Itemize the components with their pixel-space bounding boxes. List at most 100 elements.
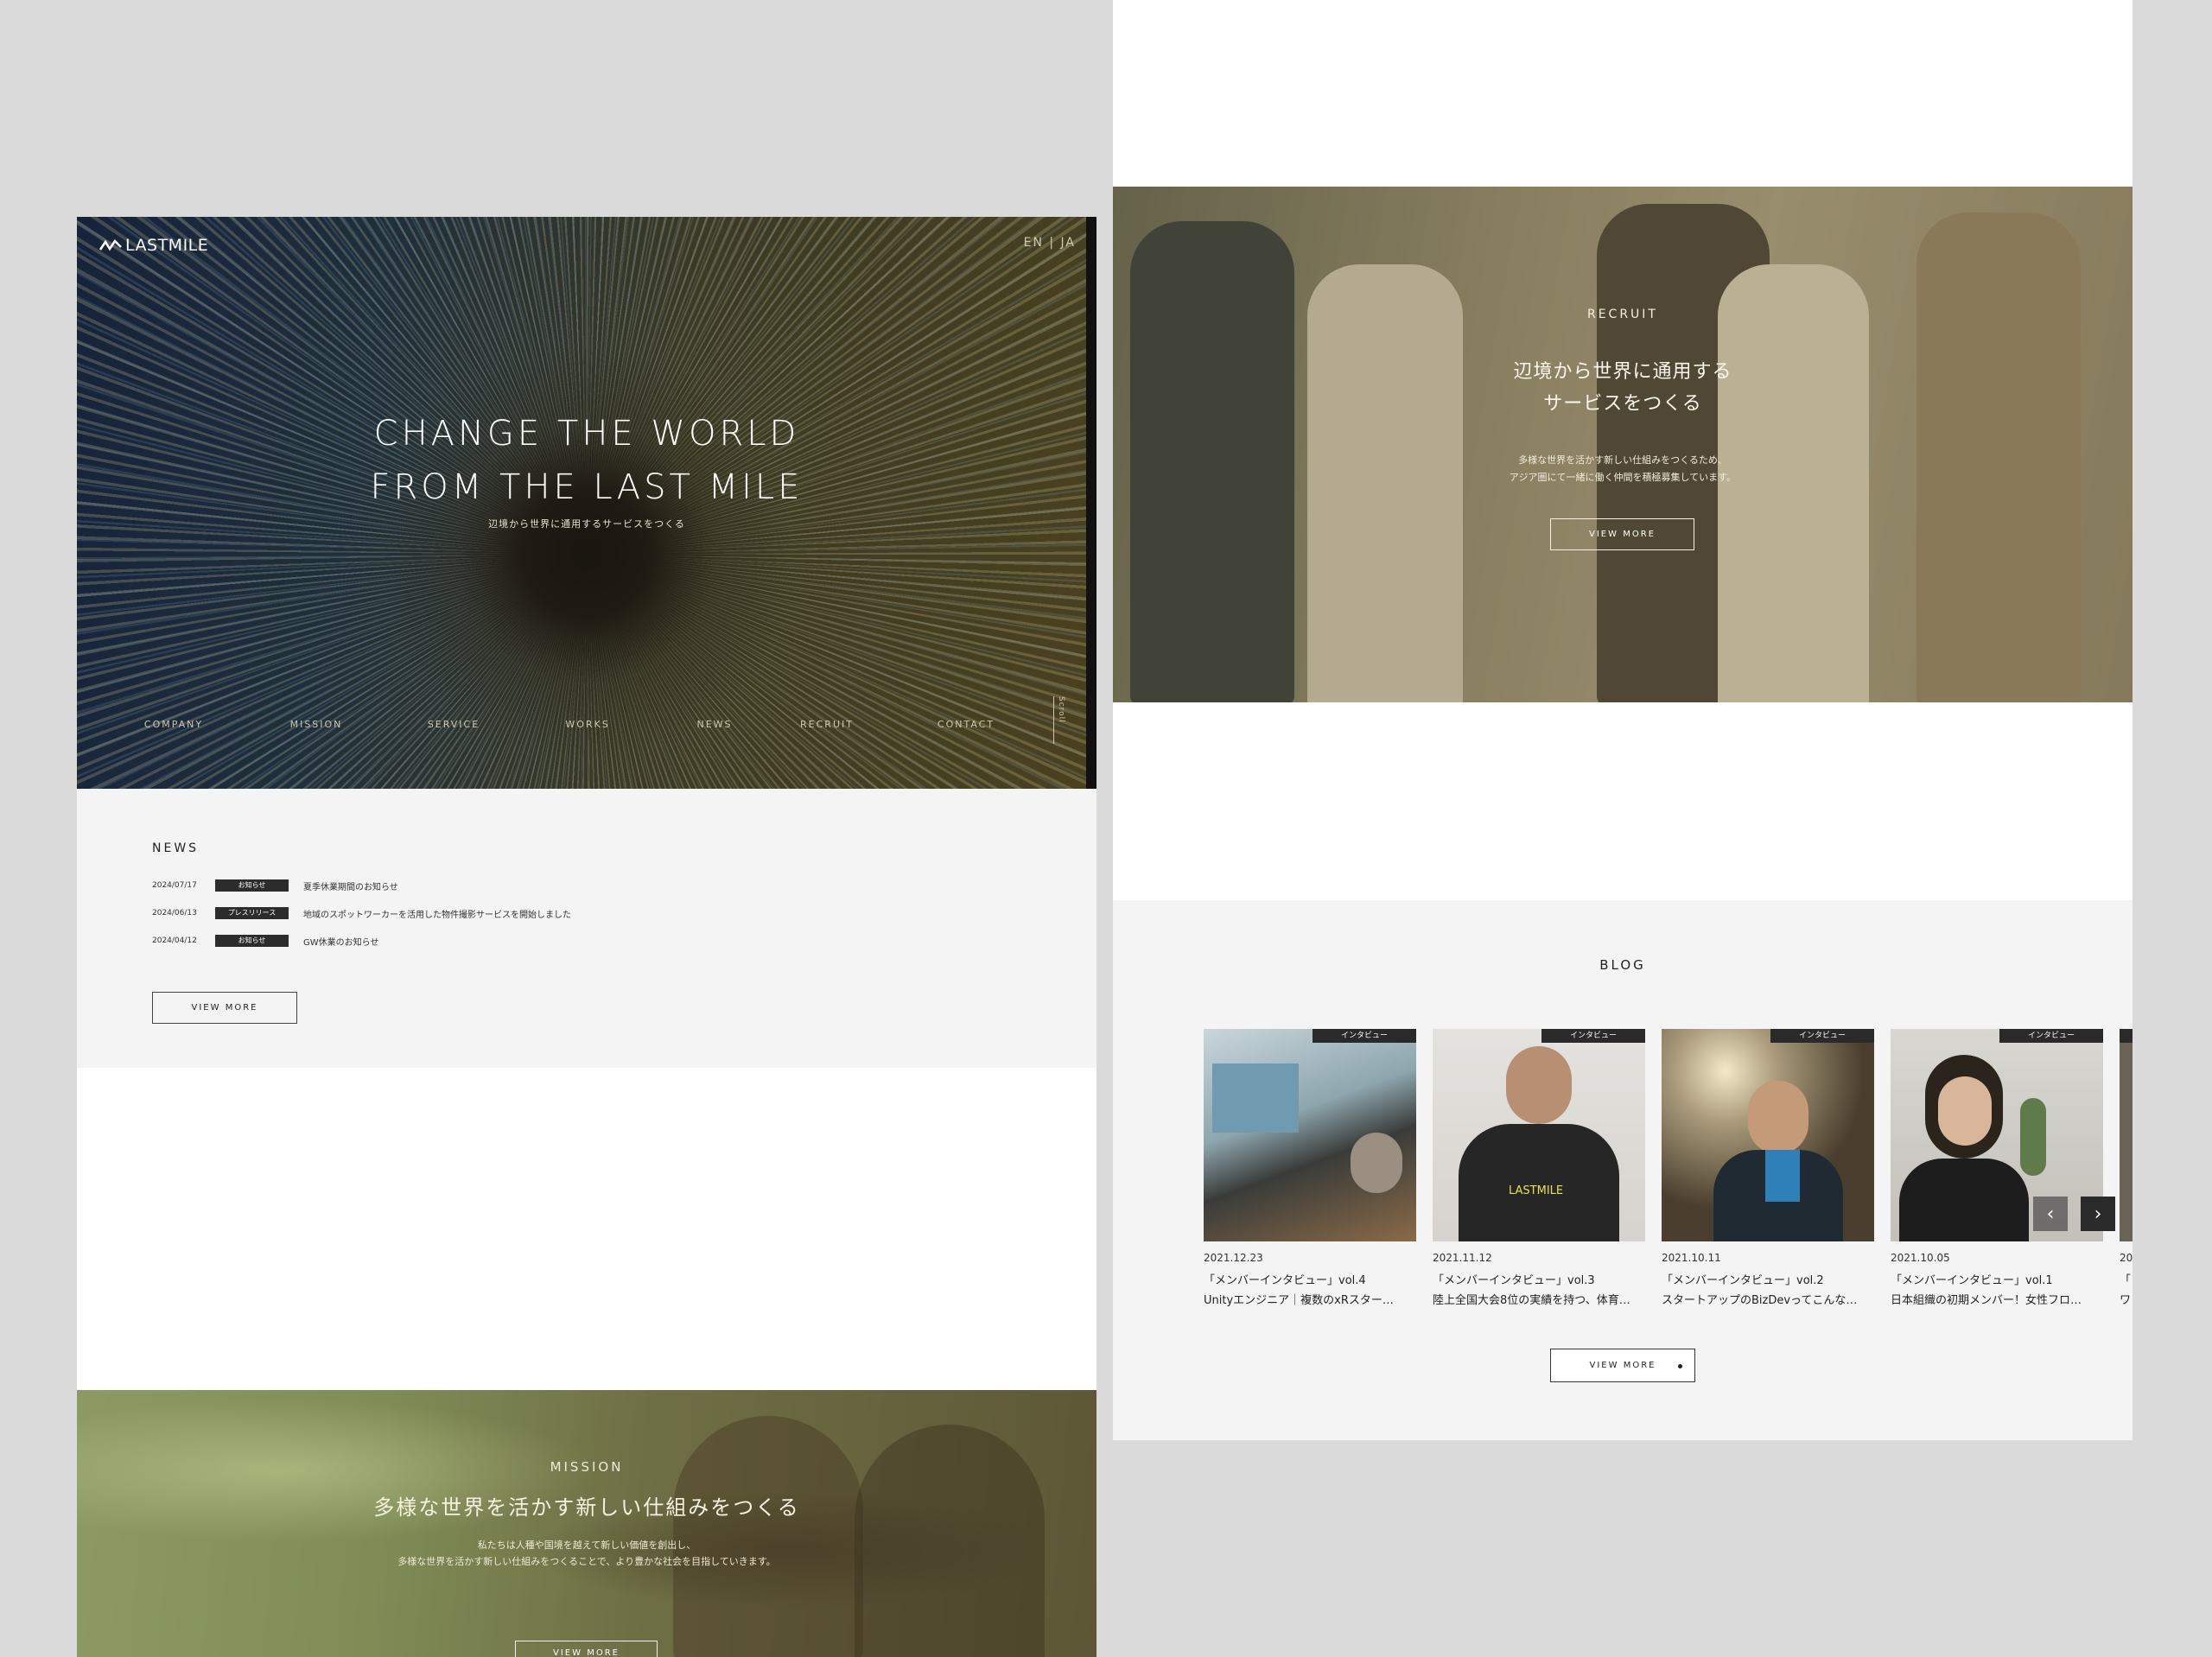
recruit-section: RECRUIT 辺境から世界に通用する サービスをつくる 多様な世界を活かす新し… xyxy=(1113,187,2133,702)
recruit-heading: 辺境から世界に通用する サービスをつくる xyxy=(1113,356,2133,420)
avatar-figure xyxy=(1351,1133,1402,1193)
blog-thumbnail[interactable]: インタビュー xyxy=(1662,1029,1874,1241)
recruit-heading-line2: サービスをつくる xyxy=(1543,393,1702,415)
logo-text: LASTMILE xyxy=(125,236,209,255)
blog-tag: インタビュー xyxy=(1541,1029,1645,1043)
news-category-badge: お知らせ xyxy=(215,879,289,892)
news-title[interactable]: GW休業のお知らせ xyxy=(303,935,378,948)
recruit-body: 多様な世界を活かす新しい仕組みをつくるため、 アジア圏にて一緒に働く仲間を積極募… xyxy=(1113,452,2133,486)
recruit-body-line2: アジア圏にて一緒に働く仲間を積極募集しています。 xyxy=(1509,472,1737,483)
nav-service[interactable]: SERVICE xyxy=(428,719,480,730)
news-category-badge: プレスリリース xyxy=(215,907,289,919)
blog-title-line2[interactable]: 陸上全国大会8位の実績を持つ、体育… xyxy=(1433,1291,1645,1307)
recruit-label: RECRUIT xyxy=(1586,308,1658,321)
blog-tag xyxy=(2120,1029,2133,1043)
nav-recruit[interactable]: RECRUIT xyxy=(800,719,854,730)
blog-thumbnail[interactable]: LASTMILE インタビュー xyxy=(1433,1029,1645,1241)
recruit-body-line1: 多様な世界を活かす新しい仕組みをつくるため、 xyxy=(1518,454,1727,466)
news-item[interactable]: 2024/04/12 お知らせ GW休業のお知らせ xyxy=(152,934,378,948)
blog-title-line1[interactable]: 「メンバーインタビュー」vol.3 xyxy=(1433,1271,1645,1287)
news-heading: NEWS xyxy=(152,841,200,855)
mission-section: MISSION 多様な世界を活かす新しい仕組みをつくる 私たちは人種や国境を越え… xyxy=(77,1390,1096,1657)
news-title[interactable]: 地域のスポットワーカーを活用した物件撮影サービスを開始しました xyxy=(303,907,571,920)
blog-card[interactable]: インタビュー 2021.12.23 「メンバーインタビュー」vol.4 Unit… xyxy=(1204,1029,1416,1307)
blog-date: 2021.11.12 xyxy=(1433,1252,1492,1264)
blog-title-line1[interactable]: 「メンバーインタビュー」vol.4 xyxy=(1204,1271,1416,1287)
recruit-photo-overlay xyxy=(1113,187,2133,702)
blog-title-line1[interactable]: 「メンバーインタビュー」vol.1 xyxy=(1891,1271,2103,1287)
blog-tag: インタビュー xyxy=(1999,1029,2103,1043)
blog-card[interactable]: LASTMILE インタビュー 2021.11.12 「メンバーインタビュー」v… xyxy=(1433,1029,1645,1307)
hero-nav: COMPANY MISSION SERVICE WORKS NEWS RECRU… xyxy=(77,719,1079,736)
logo-mark-icon xyxy=(99,238,122,251)
mission-heading: 多様な世界を活かす新しい仕組みをつくる xyxy=(373,1495,800,1520)
blog-section: BLOG インタビュー 2021.12.23 「メンバーインタビュー」vol.4… xyxy=(1113,900,2133,1440)
blog-title-line1[interactable]: 「メンバーインタビュー」vol.2 xyxy=(1662,1271,1874,1287)
mission-label: MISSION xyxy=(550,1459,624,1475)
dot-icon xyxy=(1678,1364,1682,1368)
blog-title-line2[interactable]: スタートアップのBizDevってこんな… xyxy=(1662,1291,1874,1307)
hero-section: LASTMILE EN | JA CHANGE THE WORLD FROM T… xyxy=(77,217,1096,789)
blog-date: 2021.12.23 xyxy=(1204,1252,1263,1264)
person-head xyxy=(1506,1046,1572,1124)
blog-view-more-label: VIEW MORE xyxy=(1589,1361,1656,1370)
shirt-logo-text: LASTMILE xyxy=(1509,1184,1564,1197)
person-face xyxy=(1938,1076,1992,1146)
site-logo[interactable]: LASTMILE xyxy=(99,236,208,255)
news-view-more-button[interactable]: VIEW MORE xyxy=(152,992,297,1024)
blog-card[interactable]: インタビュー 2021.10.11 「メンバーインタビュー」vol.2 スタート… xyxy=(1662,1029,1874,1307)
scroll-indicator[interactable]: Scroll xyxy=(1052,696,1071,744)
scroll-label: Scroll xyxy=(1057,696,1065,723)
news-date: 2024/04/12 xyxy=(152,936,197,945)
person-shirt xyxy=(1459,1124,1619,1241)
blog-thumbnail[interactable]: インタビュー xyxy=(1891,1029,2103,1241)
blog-date: 2021.10.05 xyxy=(1891,1252,1950,1264)
blog-date: 2021.10.11 xyxy=(1662,1252,1721,1264)
nav-works[interactable]: WORKS xyxy=(565,719,609,730)
news-item[interactable]: 2024/06/13 プレスリリース 地域のスポットワーカーを活用した物件撮影サ… xyxy=(152,906,571,920)
blog-title-line1[interactable]: 「 xyxy=(2120,1271,2133,1287)
carousel-prev-button[interactable]: ‹ xyxy=(2033,1197,2068,1231)
nav-company[interactable]: COMPANY xyxy=(144,719,203,730)
vr-window xyxy=(1212,1063,1299,1133)
blog-title-line2[interactable]: 日本組織の初期メンバー！女性フロ… xyxy=(1891,1291,2103,1307)
news-item[interactable]: 2024/07/17 お知らせ 夏季休業期間のお知らせ xyxy=(152,879,398,892)
hero-title-line1: CHANGE THE WORLD xyxy=(373,414,800,454)
person-top xyxy=(1899,1159,2029,1241)
hero-subtitle: 辺境から世界に通用するサービスをつくる xyxy=(488,518,685,530)
left-page-panel: LASTMILE EN | JA CHANGE THE WORLD FROM T… xyxy=(77,217,1096,1657)
blog-view-more-button[interactable]: VIEW MORE xyxy=(1550,1349,1695,1382)
person-head xyxy=(1748,1081,1808,1154)
hero-title-line2: FROM THE LAST MILE xyxy=(370,467,804,507)
news-date: 2024/06/13 xyxy=(152,909,197,917)
chevron-left-icon: ‹ xyxy=(2046,1203,2055,1225)
mission-body-line2: 多様な世界を活かす新しい仕組みをつくることで、より豊かな社会を目指していきます。 xyxy=(397,1556,776,1567)
nav-mission[interactable]: MISSION xyxy=(290,719,343,730)
chevron-right-icon: › xyxy=(2094,1203,2102,1225)
recruit-view-more-button[interactable]: VIEW MORE xyxy=(1550,518,1694,550)
blog-title-line2[interactable]: ワ xyxy=(2120,1291,2133,1307)
blog-thumbnail[interactable]: インタビュー xyxy=(1204,1029,1416,1241)
blog-tag: インタビュー xyxy=(1313,1029,1416,1043)
news-date: 2024/07/17 xyxy=(152,881,197,890)
blog-thumbnail[interactable] xyxy=(2120,1029,2133,1241)
right-page-panel: RECRUIT 辺境から世界に通用する サービスをつくる 多様な世界を活かす新し… xyxy=(1113,0,2133,1440)
blog-date: 20 xyxy=(2120,1252,2133,1264)
recruit-heading-line1: 辺境から世界に通用する xyxy=(1513,361,1732,383)
mission-body: 私たちは人種や国境を越えて新しい価値を創出し、 多様な世界を活かす新しい仕組みを… xyxy=(77,1537,1096,1570)
nav-contact[interactable]: CONTACT xyxy=(938,719,995,730)
nav-news[interactable]: NEWS xyxy=(696,719,732,730)
language-switch[interactable]: EN | JA xyxy=(1024,236,1076,250)
plant xyxy=(2020,1098,2046,1176)
mission-view-more-button[interactable]: VIEW MORE xyxy=(515,1641,658,1657)
blog-card-partial[interactable]: 20 「 ワ xyxy=(2120,1029,2133,1307)
scroll-line xyxy=(1053,696,1054,744)
hero-title: CHANGE THE WORLD FROM THE LAST MILE xyxy=(77,407,1096,514)
blog-title-line2[interactable]: Unityエンジニア｜複数のxRスター… xyxy=(1204,1291,1416,1307)
scarf xyxy=(1765,1150,1800,1202)
news-category-badge: お知らせ xyxy=(215,935,289,947)
carousel-next-button[interactable]: › xyxy=(2081,1197,2115,1231)
blog-card[interactable]: インタビュー 2021.10.05 「メンバーインタビュー」vol.1 日本組織… xyxy=(1891,1029,2103,1307)
mission-body-line1: 私たちは人種や国境を越えて新しい価値を創出し、 xyxy=(477,1540,696,1551)
news-title[interactable]: 夏季休業期間のお知らせ xyxy=(303,879,398,892)
